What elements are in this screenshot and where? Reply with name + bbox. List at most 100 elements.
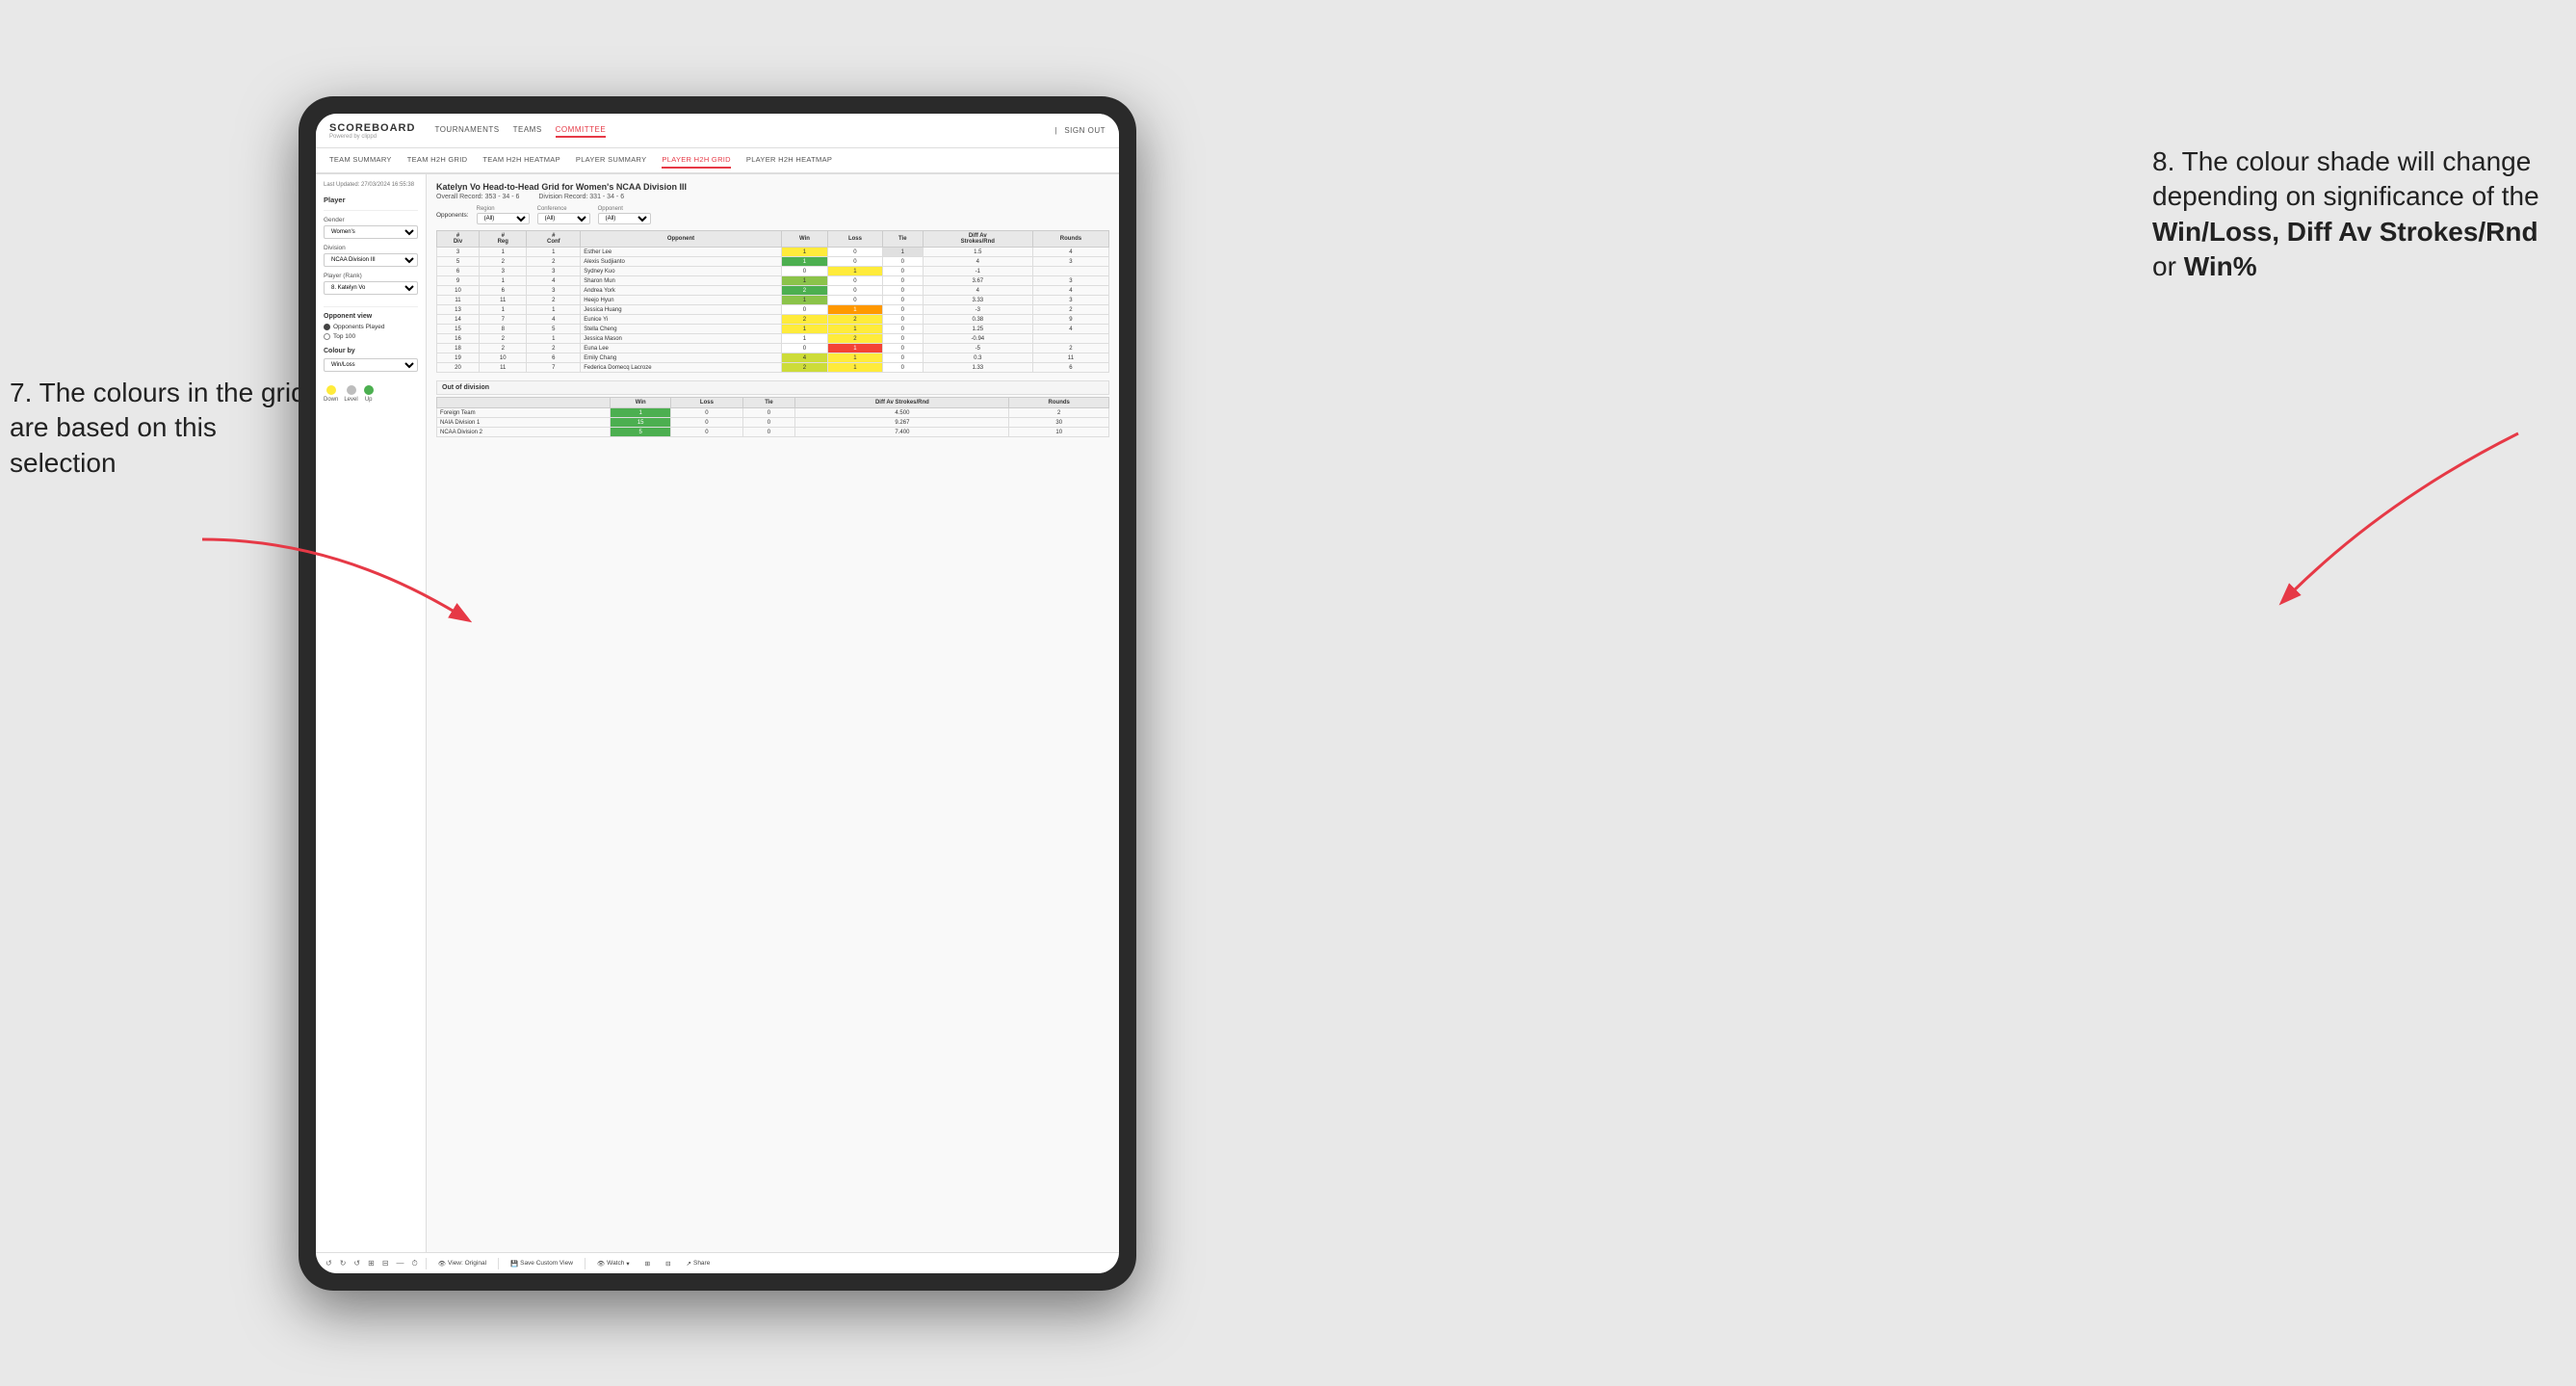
undo-icon[interactable]: ↺ (325, 1259, 332, 1268)
table-cell: 11 (480, 363, 527, 373)
table-cell: Andrea York (581, 286, 782, 296)
legend-down: Down (324, 385, 338, 403)
filter-region-select[interactable]: (All) (477, 213, 530, 224)
redo-icon[interactable]: ↻ (340, 1259, 347, 1268)
sign-out[interactable]: Sign out (1064, 124, 1106, 137)
sub-nav-team-h2h-heatmap[interactable]: TEAM H2H HEATMAP (482, 152, 560, 169)
radio-dot-opponents (324, 324, 330, 330)
right-annotation: 8. The colour shade will change dependin… (2152, 144, 2557, 285)
table-cell: 1 (828, 353, 883, 363)
table-cell: 9 (1032, 315, 1108, 325)
radio-top100[interactable]: Top 100 (324, 333, 418, 340)
table-cell: 1.33 (923, 363, 1032, 373)
sub-nav-player-summary[interactable]: PLAYER SUMMARY (576, 152, 647, 169)
table-cell: 3 (1032, 257, 1108, 267)
table-cell: 7 (480, 315, 527, 325)
table-row: 914Sharon Mun1003.673 (437, 276, 1109, 286)
nav-committee[interactable]: COMMITTEE (556, 123, 607, 138)
legend-dot-up (364, 385, 374, 395)
table-row: 1822Euna Lee010-52 (437, 344, 1109, 353)
table-cell: 0.3 (923, 353, 1032, 363)
table-cell: 15 (437, 325, 480, 334)
division-select[interactable]: NCAA Division III (324, 253, 418, 267)
layout-btn[interactable]: ⊞ (641, 1258, 654, 1269)
table-cell: 0 (882, 315, 923, 325)
ood-table-row: NCAA Division 25007.40010 (437, 428, 1109, 437)
filter-conference-select[interactable]: (All) (537, 213, 590, 224)
table-cell: 3.33 (923, 296, 1032, 305)
radio-opponents-played[interactable]: Opponents Played (324, 324, 418, 330)
bottom-toolbar: ↺ ↻ ↺ ⊞ ⊟ — ⏱ 👁 View: Original 💾 Save Cu… (316, 1252, 1119, 1273)
table-cell: 9 (437, 276, 480, 286)
table-row: 633Sydney Kuo010-1 (437, 267, 1109, 276)
colour-by-select[interactable]: Win/Loss (324, 358, 418, 372)
table-cell: 3 (1032, 276, 1108, 286)
view-original-btn[interactable]: 👁 View: Original (434, 1258, 490, 1269)
table-cell: 4 (1032, 325, 1108, 334)
watch-icon: 👁 (597, 1260, 605, 1268)
col-diff: Diff AvStrokes/Rnd (923, 231, 1032, 248)
logo-sub: Powered by clippd (329, 134, 415, 140)
save-custom-view-btn[interactable]: 💾 Save Custom View (507, 1258, 577, 1269)
table-cell: Stella Cheng (581, 325, 782, 334)
table-cell: 2 (828, 334, 883, 344)
logo-area: SCOREBOARD Powered by clippd (329, 122, 415, 140)
table-cell: -0.94 (923, 334, 1032, 344)
table-row: 1311Jessica Huang010-32 (437, 305, 1109, 315)
player-rank-select[interactable]: 8. Katelyn Vo (324, 281, 418, 295)
sub-nav-player-h2h-grid[interactable]: PLAYER H2H GRID (662, 152, 730, 169)
nav-teams[interactable]: TEAMS (513, 123, 542, 138)
share-btn[interactable]: ↗ Share (683, 1258, 715, 1269)
ood-table-cell: Foreign Team (437, 408, 611, 418)
ood-table-cell: 0 (671, 428, 742, 437)
sub-nav-team-h2h-grid[interactable]: TEAM H2H GRID (407, 152, 468, 169)
grid-title: Katelyn Vo Head-to-Head Grid for Women's… (436, 182, 1109, 192)
player-section-title: Player (324, 196, 418, 204)
filter-opponent-group: Opponent (All) (598, 206, 651, 224)
table-cell: 2 (480, 344, 527, 353)
table-cell: 2 (480, 334, 527, 344)
ood-table-cell: 0 (671, 418, 742, 428)
dash-icon[interactable]: — (397, 1259, 404, 1268)
main-data-table: #Div #Reg #Conf Opponent Win Loss Tie Di… (436, 230, 1109, 373)
table-cell: 1 (781, 248, 827, 257)
watch-btn[interactable]: 👁 Watch ▾ (593, 1258, 634, 1269)
table-cell: 3 (527, 267, 581, 276)
table-cell: 8 (480, 325, 527, 334)
col-loss: Loss (828, 231, 883, 248)
table-cell: 7 (527, 363, 581, 373)
clock-icon[interactable]: ⏱ (412, 1259, 418, 1268)
filter-opponent-select[interactable]: (All) (598, 213, 651, 224)
col-rounds: Rounds (1032, 231, 1108, 248)
filters-row: Opponents: Region (All) Conference (All) (436, 206, 1109, 224)
table-cell (1032, 334, 1108, 344)
table-cell: 19 (437, 353, 480, 363)
sub-nav-player-h2h-heatmap[interactable]: PLAYER H2H HEATMAP (746, 152, 832, 169)
nav-pipe: | (1054, 126, 1056, 135)
table-cell: 6 (437, 267, 480, 276)
table-cell: 4 (527, 315, 581, 325)
table-row: 11112Heejo Hyun1003.333 (437, 296, 1109, 305)
paste-icon[interactable]: ⊟ (382, 1259, 389, 1268)
ood-table-cell: 2 (1009, 408, 1109, 418)
copy-icon[interactable]: ⊞ (368, 1259, 375, 1268)
logo-text: SCOREBOARD (329, 122, 415, 134)
table-cell: 11 (437, 296, 480, 305)
grid-btn[interactable]: ⊟ (662, 1258, 674, 1269)
ood-col-header: Loss (671, 398, 742, 408)
main-content: Last Updated: 27/03/2024 16:55:38 Player… (316, 174, 1119, 1252)
undo2-icon[interactable]: ↺ (353, 1259, 360, 1268)
table-cell: 2 (527, 344, 581, 353)
gender-select[interactable]: Women's (324, 225, 418, 239)
table-cell: Euna Lee (581, 344, 782, 353)
table-cell: Esther Lee (581, 248, 782, 257)
table-cell: 5 (437, 257, 480, 267)
table-cell: Emily Chang (581, 353, 782, 363)
legend-row: Down Level Up (324, 385, 418, 403)
nav-tournaments[interactable]: TOURNAMENTS (434, 123, 499, 138)
sub-nav-team-summary[interactable]: TEAM SUMMARY (329, 152, 392, 169)
table-cell: -5 (923, 344, 1032, 353)
table-cell: 1 (527, 334, 581, 344)
radio-label-top100: Top 100 (333, 333, 355, 340)
table-cell: -1 (923, 267, 1032, 276)
